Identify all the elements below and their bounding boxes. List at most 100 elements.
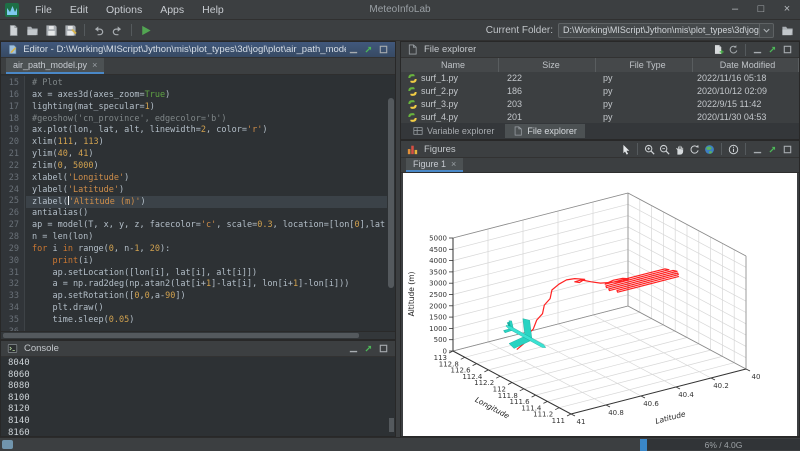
run-icon[interactable] xyxy=(136,22,155,39)
memory-indicator[interactable]: 6% / 4.0G xyxy=(640,439,800,450)
current-folder-combo[interactable]: D:\Working\MIScript\Jython\mis\plot_type… xyxy=(558,23,774,38)
save-as-icon[interactable] xyxy=(61,22,80,39)
subtab-variable-explorer[interactable]: Variable explorer xyxy=(405,124,502,138)
code-line-29[interactable]: for i in range(0, n-1, 20): xyxy=(26,244,387,256)
tab-close-icon[interactable]: × xyxy=(92,60,97,70)
minimize-icon[interactable] xyxy=(346,43,361,56)
maximize-icon[interactable] xyxy=(376,342,391,355)
console-line: 8100 xyxy=(8,393,395,405)
toolbar-separator xyxy=(637,143,638,155)
code-line-35[interactable]: time.sleep(0.05) xyxy=(26,315,387,327)
file-table-header[interactable]: NameSizeFile TypeDate Modified xyxy=(401,58,799,72)
minimize-icon[interactable] xyxy=(750,143,765,156)
code-line-20[interactable]: xlim(111, 113) xyxy=(26,137,387,149)
tab-figure-1[interactable]: Figure 1 × xyxy=(406,158,463,172)
float-icon[interactable] xyxy=(361,43,376,56)
menu-help[interactable]: Help xyxy=(193,0,233,20)
line-number: 32 xyxy=(1,279,19,291)
menu-apps[interactable]: Apps xyxy=(151,0,193,20)
column-header-file-type[interactable]: File Type xyxy=(596,58,693,72)
line-number-gutter: 1516171819202122232425262728293031323334… xyxy=(1,76,25,331)
code-editor[interactable]: 1516171819202122232425262728293031323334… xyxy=(1,76,395,331)
maximize-icon[interactable] xyxy=(376,43,391,56)
code-line-17[interactable]: lighting(mat_specular=1) xyxy=(26,102,387,114)
menu-file[interactable]: File xyxy=(26,0,61,20)
grid-lines xyxy=(453,193,746,414)
main-toolbar: Current Folder: D:\Working\MIScript\Jyth… xyxy=(0,20,800,41)
refresh-icon[interactable] xyxy=(726,43,741,56)
code-line-24[interactable]: ylabel('Latitude') xyxy=(26,185,387,197)
console-panel-controls xyxy=(346,342,391,355)
close-icon[interactable]: × xyxy=(774,0,800,20)
file-type-cell: py xyxy=(596,112,693,122)
editor-horizontal-scrollbar[interactable] xyxy=(1,331,395,339)
editor-vertical-scrollbar[interactable] xyxy=(388,98,394,288)
code-line-15[interactable]: # Plot xyxy=(26,78,387,90)
maximize-icon[interactable] xyxy=(780,143,795,156)
figures-titlebar[interactable]: Figures xyxy=(401,141,799,158)
float-icon[interactable] xyxy=(765,43,780,56)
table-row[interactable]: surf_3.py203py2022/9/15 11:42 xyxy=(401,98,799,111)
column-header-date-modified[interactable]: Date Modified xyxy=(693,58,799,72)
zoom-in-icon[interactable] xyxy=(642,143,657,156)
open-folder-icon[interactable] xyxy=(23,22,42,39)
table-row[interactable]: surf_2.py186py2020/10/12 02:09 xyxy=(401,85,799,98)
float-icon[interactable] xyxy=(361,342,376,355)
code-line-19[interactable]: ax.plot(lon, lat, alt, linewidth=2, colo… xyxy=(26,125,387,137)
zoom-out-icon[interactable] xyxy=(657,143,672,156)
code-line-31[interactable]: ap.setLocation([lon[i], lat[i], alt[i]]) xyxy=(26,268,387,280)
tab-air-path-model[interactable]: air_path_model.py × xyxy=(6,58,104,74)
minimize-icon[interactable] xyxy=(750,43,765,56)
collapsed-panel-handle[interactable] xyxy=(2,440,13,449)
toolbar-separator xyxy=(745,143,746,155)
code-line-26[interactable]: antialias() xyxy=(26,208,387,220)
browse-folder-button[interactable] xyxy=(777,22,797,39)
tab-close-icon[interactable]: × xyxy=(451,159,456,169)
plot-3d[interactable]: 0500100015002000250030003500400045005000… xyxy=(403,173,799,438)
float-icon[interactable] xyxy=(765,143,780,156)
undo-icon[interactable] xyxy=(89,22,108,39)
editor-titlebar[interactable]: Editor - D:\Working\MIScript\Jython\mis\… xyxy=(1,42,395,58)
column-header-size[interactable]: Size xyxy=(499,58,596,72)
code-line-27[interactable]: ap = model(T, x, y, z, facecolor='c', sc… xyxy=(26,220,387,232)
svg-text:1000: 1000 xyxy=(429,325,447,333)
subtab-file-explorer[interactable]: File explorer xyxy=(505,124,585,138)
code-line-30[interactable]: print(i) xyxy=(26,256,387,268)
code-line-33[interactable]: ap.setRotation([0,0,a-90]) xyxy=(26,291,387,303)
save-icon[interactable] xyxy=(42,22,61,39)
table-row[interactable]: surf_4.py201py2020/11/30 04:53 xyxy=(401,111,799,124)
code-area[interactable]: # Plotax = axes3d(axes_zoom=True)lightin… xyxy=(26,76,387,331)
maximize-icon[interactable]: □ xyxy=(748,0,774,20)
globe-icon[interactable] xyxy=(702,143,717,156)
pan-hand-icon[interactable] xyxy=(672,143,687,156)
figure-canvas[interactable]: 0500100015002000250030003500400045005000… xyxy=(403,173,797,436)
maximize-icon[interactable] xyxy=(780,43,795,56)
new-file-plus-icon[interactable] xyxy=(711,43,726,56)
cursor-icon[interactable] xyxy=(618,143,633,156)
code-line-16[interactable]: ax = axes3d(axes_zoom=True) xyxy=(26,90,387,102)
code-line-25[interactable]: zlabel('Altitude (m)') xyxy=(26,196,387,208)
file-explorer-title: File explorer xyxy=(420,44,476,55)
new-file-icon[interactable] xyxy=(4,22,23,39)
code-line-34[interactable]: plt.draw() xyxy=(26,303,387,315)
code-line-23[interactable]: xlabel('Longitude') xyxy=(26,173,387,185)
chevron-down-icon[interactable] xyxy=(759,24,773,37)
minimize-icon[interactable] xyxy=(346,342,361,355)
console-vertical-scrollbar[interactable] xyxy=(389,418,394,432)
info-icon[interactable] xyxy=(726,143,741,156)
table-row[interactable]: surf_1.py222py2022/11/16 05:18 xyxy=(401,72,799,85)
minimize-icon[interactable]: – xyxy=(722,0,748,20)
code-line-18[interactable]: #geoshow('cn_province', edgecolor='b') xyxy=(26,114,387,126)
column-header-name[interactable]: Name xyxy=(401,58,499,72)
code-line-22[interactable]: zlim(0, 5000) xyxy=(26,161,387,173)
console-output[interactable]: 8040806080808100812081408160 xyxy=(1,357,395,436)
menu-edit[interactable]: Edit xyxy=(61,0,97,20)
code-line-21[interactable]: ylim(40, 41) xyxy=(26,149,387,161)
file-explorer-titlebar[interactable]: File explorer xyxy=(401,42,799,58)
console-titlebar[interactable]: Console xyxy=(1,341,395,357)
code-line-32[interactable]: a = np.rad2deg(np.atan2(lat[i+1]-lat[i],… xyxy=(26,279,387,291)
rotate-icon[interactable] xyxy=(687,143,702,156)
code-line-28[interactable]: n = len(lon) xyxy=(26,232,387,244)
redo-icon[interactable] xyxy=(108,22,127,39)
menu-options[interactable]: Options xyxy=(97,0,151,20)
